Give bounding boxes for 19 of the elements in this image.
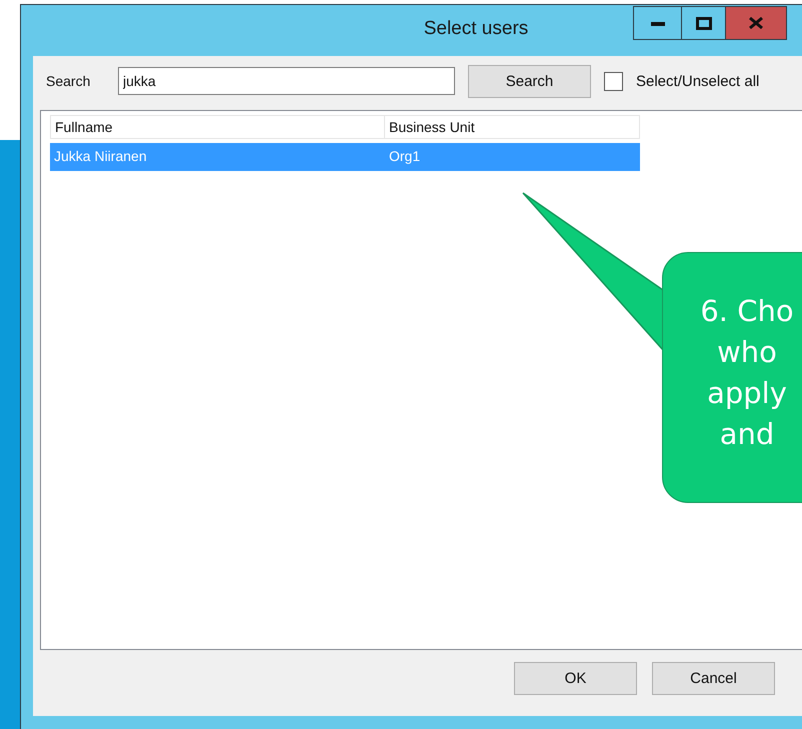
callout-text: who [717, 334, 777, 371]
select-all-label: Select/Unselect all [636, 72, 760, 90]
callout-text: apply [707, 375, 787, 412]
callout-text: 6. Cho [700, 293, 794, 330]
table-cell-text: Org1 [388, 147, 422, 166]
maximize-icon[interactable] [682, 6, 726, 40]
select-all-checkbox[interactable] [604, 72, 623, 90]
search-label: Search [46, 73, 92, 89]
column-header[interactable]: Fullname [50, 115, 385, 139]
close-icon[interactable] [726, 6, 787, 40]
search-field[interactable]: jukka [118, 67, 455, 95]
minimize-icon[interactable] [633, 6, 682, 40]
callout-text: and [720, 416, 774, 453]
ok-button[interactable]: OK [514, 662, 637, 695]
cancel-button[interactable]: Cancel [652, 662, 775, 695]
column-header[interactable]: Business Unit [385, 115, 640, 139]
search-button[interactable]: Search [468, 64, 591, 98]
table-cell-text: Jukka Niiranen [53, 147, 148, 166]
window-title: Select users [424, 18, 528, 40]
